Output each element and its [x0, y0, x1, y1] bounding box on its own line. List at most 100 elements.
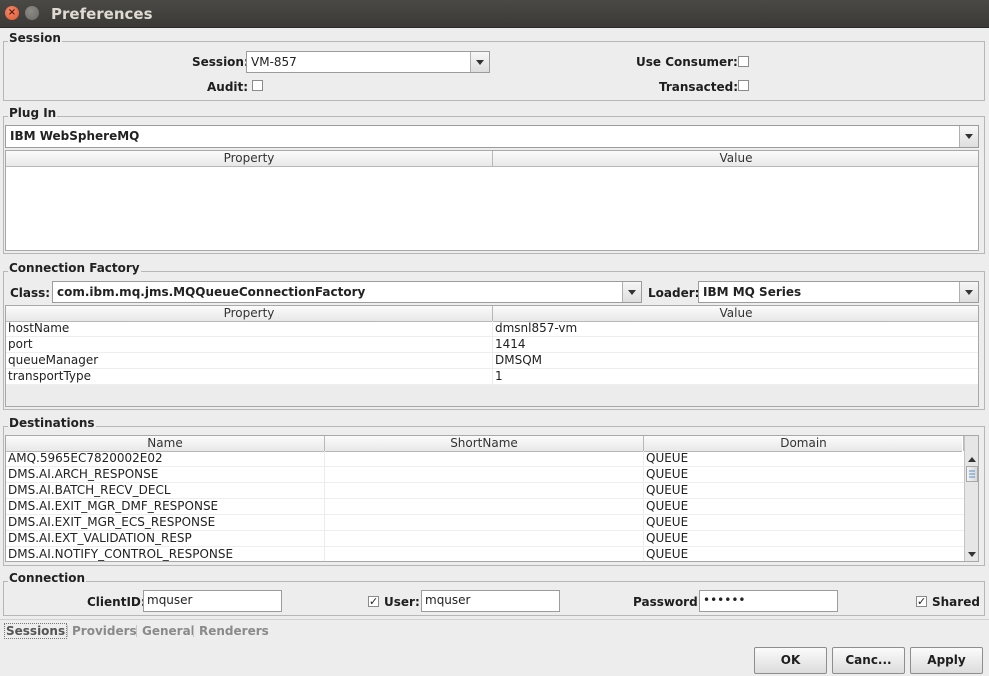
- shortname-cell: [325, 547, 644, 561]
- tab-separator: [67, 625, 68, 637]
- column-header-domain[interactable]: Domain: [644, 436, 964, 451]
- table-row[interactable]: DMS.AI.ARCH_RESPONSE QUEUE: [6, 467, 964, 483]
- plugin-properties-table[interactable]: Property Value: [5, 150, 979, 251]
- chevron-down-icon[interactable]: [470, 52, 489, 72]
- shared-checkbox[interactable]: ✓: [916, 596, 927, 607]
- column-header-name[interactable]: Name: [6, 436, 325, 451]
- tab-sessions[interactable]: Sessions: [4, 623, 68, 639]
- column-header-property[interactable]: Property: [6, 306, 493, 321]
- table-row[interactable]: DMS.AI.BATCH_RECV_DECL QUEUE: [6, 483, 964, 499]
- transacted-label: Transacted:: [659, 80, 739, 94]
- table-row[interactable]: transportType 1: [6, 369, 978, 385]
- scroll-up-arrow-icon[interactable]: [965, 453, 978, 466]
- value-cell[interactable]: dmsnl857-vm: [493, 321, 978, 337]
- use-consumer-checkbox[interactable]: [738, 56, 749, 67]
- scroll-down-arrow-icon[interactable]: [965, 548, 978, 561]
- password-label: Password:: [633, 595, 703, 609]
- property-cell: queueManager: [6, 353, 493, 369]
- user-field[interactable]: mquser: [421, 590, 560, 612]
- client-id-field[interactable]: mquser: [143, 590, 282, 612]
- table-row[interactable]: DMS.AI.EXIT_MGR_ECS_RESPONSE QUEUE: [6, 515, 964, 531]
- plugin-combobox[interactable]: IBM WebSphereMQ: [5, 125, 979, 148]
- table-row[interactable]: DMS.AI.EXT_VALIDATION_RESP QUEUE: [6, 531, 964, 547]
- shortname-cell: [325, 467, 644, 483]
- use-consumer-label: Use Consumer:: [636, 55, 738, 69]
- destinations-scrollbar[interactable]: [964, 436, 978, 561]
- loader-combobox-value: IBM MQ Series: [703, 285, 802, 299]
- name-cell: DMS.AI.EXIT_MGR_ECS_RESPONSE: [6, 515, 325, 531]
- table-row[interactable]: queueManager DMSQM: [6, 353, 978, 369]
- plugin-combobox-value: IBM WebSphereMQ: [10, 129, 140, 143]
- domain-cell: QUEUE: [646, 531, 689, 545]
- user-label: User:: [384, 595, 420, 609]
- apply-button[interactable]: Apply: [910, 647, 983, 674]
- column-header-shortname[interactable]: ShortName: [325, 436, 644, 451]
- close-window-icon[interactable]: ×: [5, 6, 19, 20]
- chevron-down-icon[interactable]: [959, 282, 978, 302]
- name-cell: AMQ.5965EC7820002E02: [6, 451, 325, 467]
- domain-cell: QUEUE: [646, 483, 689, 497]
- loader-combobox[interactable]: IBM MQ Series: [698, 281, 979, 303]
- class-combobox-value: com.ibm.mq.jms.MQQueueConnectionFactory: [57, 285, 366, 299]
- chevron-down-icon[interactable]: [622, 282, 641, 302]
- audit-checkbox[interactable]: [252, 80, 263, 91]
- destinations-table[interactable]: Name ShortName Domain AMQ.5965EC7820002E…: [5, 435, 979, 562]
- tab-general[interactable]: General: [142, 624, 195, 638]
- column-header-property[interactable]: Property: [6, 151, 493, 166]
- connection-factory-group-title: Connection Factory: [8, 261, 141, 275]
- tab-providers[interactable]: Providers: [72, 624, 137, 638]
- shortname-cell: [325, 483, 644, 499]
- user-checkbox[interactable]: ✓: [368, 596, 379, 607]
- session-combobox-value: VM-857: [251, 55, 297, 69]
- property-cell: transportType: [6, 369, 493, 385]
- transacted-checkbox[interactable]: [738, 80, 749, 91]
- name-cell: DMS.AI.EXT_VALIDATION_RESP: [6, 531, 325, 547]
- tab-renderers[interactable]: Renderers: [199, 624, 269, 638]
- shortname-cell: [325, 499, 644, 515]
- name-cell: DMS.AI.BATCH_RECV_DECL: [6, 483, 325, 499]
- destinations-group-title: Destinations: [8, 416, 96, 430]
- domain-cell: QUEUE: [646, 499, 689, 513]
- divider: [0, 619, 989, 620]
- minimize-window-icon[interactable]: [25, 6, 39, 20]
- cancel-button[interactable]: Canc...: [832, 647, 905, 674]
- title-bar: × Preferences: [0, 0, 989, 28]
- table-row[interactable]: DMS.AI.NOTIFY_CONTROL_RESPONSE QUEUE: [6, 547, 964, 561]
- domain-cell: QUEUE: [646, 515, 689, 529]
- session-combobox[interactable]: VM-857: [246, 51, 490, 73]
- shortname-cell: [325, 515, 644, 531]
- domain-cell: QUEUE: [646, 467, 689, 481]
- connection-group-title: Connection: [8, 571, 87, 585]
- table-row[interactable]: DMS.AI.EXIT_MGR_DMF_RESPONSE QUEUE: [6, 499, 964, 515]
- value-cell[interactable]: DMSQM: [493, 353, 978, 369]
- table-row[interactable]: AMQ.5965EC7820002E02 QUEUE: [6, 451, 964, 467]
- checkmark-icon: ✓: [369, 595, 379, 608]
- property-cell: port: [6, 337, 493, 353]
- chevron-down-icon[interactable]: [959, 126, 978, 147]
- password-field[interactable]: ••••••: [699, 590, 838, 612]
- shared-label: Shared: [932, 595, 980, 609]
- table-header: Property Value: [6, 151, 978, 167]
- class-combobox[interactable]: com.ibm.mq.jms.MQQueueConnectionFactory: [52, 281, 642, 303]
- table-header: Property Value: [6, 306, 978, 322]
- table-row[interactable]: port 1414: [6, 337, 978, 353]
- column-header-value[interactable]: Value: [493, 151, 978, 166]
- session-group: [3, 41, 985, 101]
- ok-button[interactable]: OK: [754, 647, 827, 674]
- domain-cell: QUEUE: [646, 451, 689, 465]
- table-row[interactable]: hostName dmsnl857-vm: [6, 321, 978, 337]
- shortname-cell: [325, 451, 644, 467]
- checkmark-icon: ✓: [917, 595, 927, 608]
- connection-factory-properties-table[interactable]: Property Value hostName dmsnl857-vm port…: [5, 305, 979, 407]
- value-cell[interactable]: 1: [493, 369, 978, 385]
- value-cell[interactable]: 1414: [493, 337, 978, 353]
- table-header: Name ShortName Domain: [6, 436, 964, 452]
- domain-cell: QUEUE: [646, 547, 689, 561]
- audit-label: Audit:: [207, 80, 249, 94]
- table-empty-area: [6, 385, 978, 406]
- window-title: Preferences: [51, 5, 153, 23]
- scrollbar-thumb[interactable]: [966, 466, 978, 482]
- session-group-title: Session: [8, 31, 62, 45]
- column-header-value[interactable]: Value: [493, 306, 978, 321]
- name-cell: DMS.AI.ARCH_RESPONSE: [6, 467, 325, 483]
